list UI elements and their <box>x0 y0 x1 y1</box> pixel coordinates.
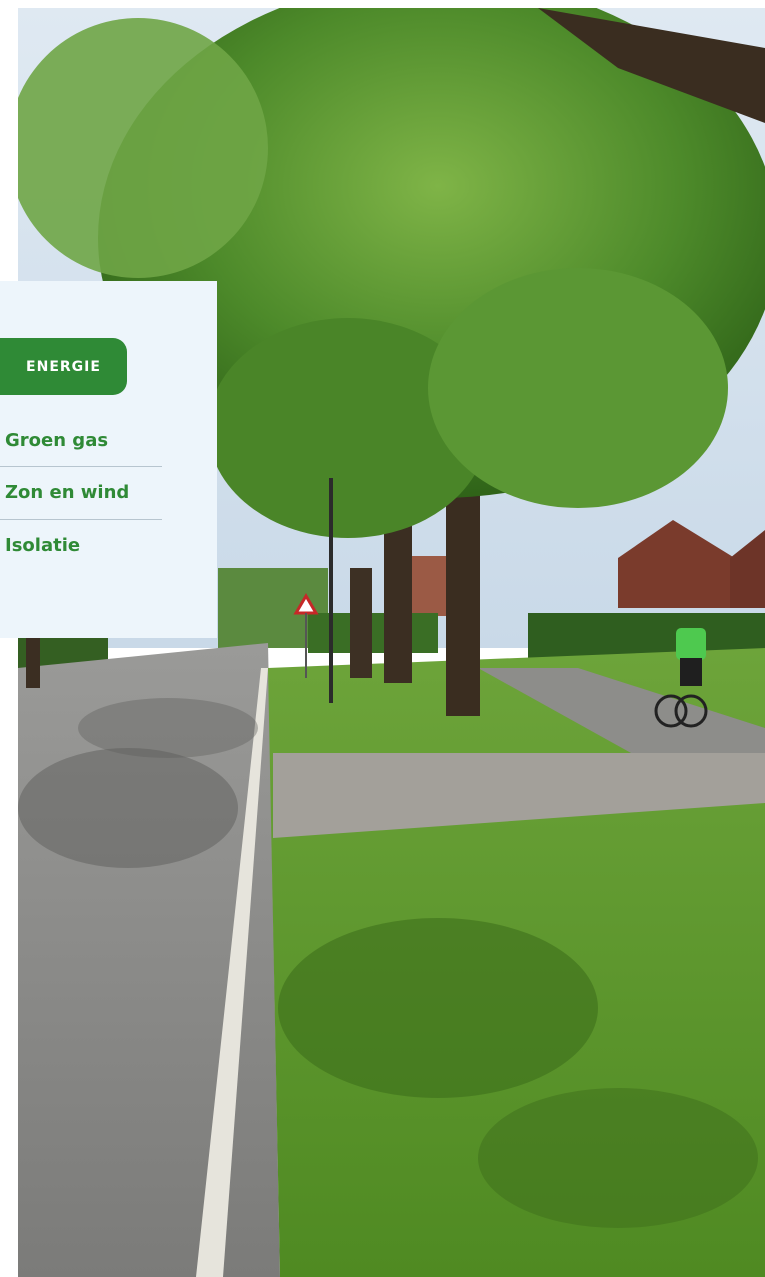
menu-item-zon-en-wind[interactable]: Zon en wind <box>0 467 162 520</box>
category-badge-energie[interactable]: ENERGIE <box>0 338 127 395</box>
energy-menu-list: Groen gas Zon en wind Isolatie <box>0 415 162 572</box>
energy-menu-panel: ENERGIE Groen gas Zon en wind Isolatie <box>0 281 217 638</box>
menu-item-groen-gas[interactable]: Groen gas <box>0 415 162 467</box>
street-scene-photo <box>18 8 765 1277</box>
menu-item-isolatie[interactable]: Isolatie <box>0 520 162 572</box>
